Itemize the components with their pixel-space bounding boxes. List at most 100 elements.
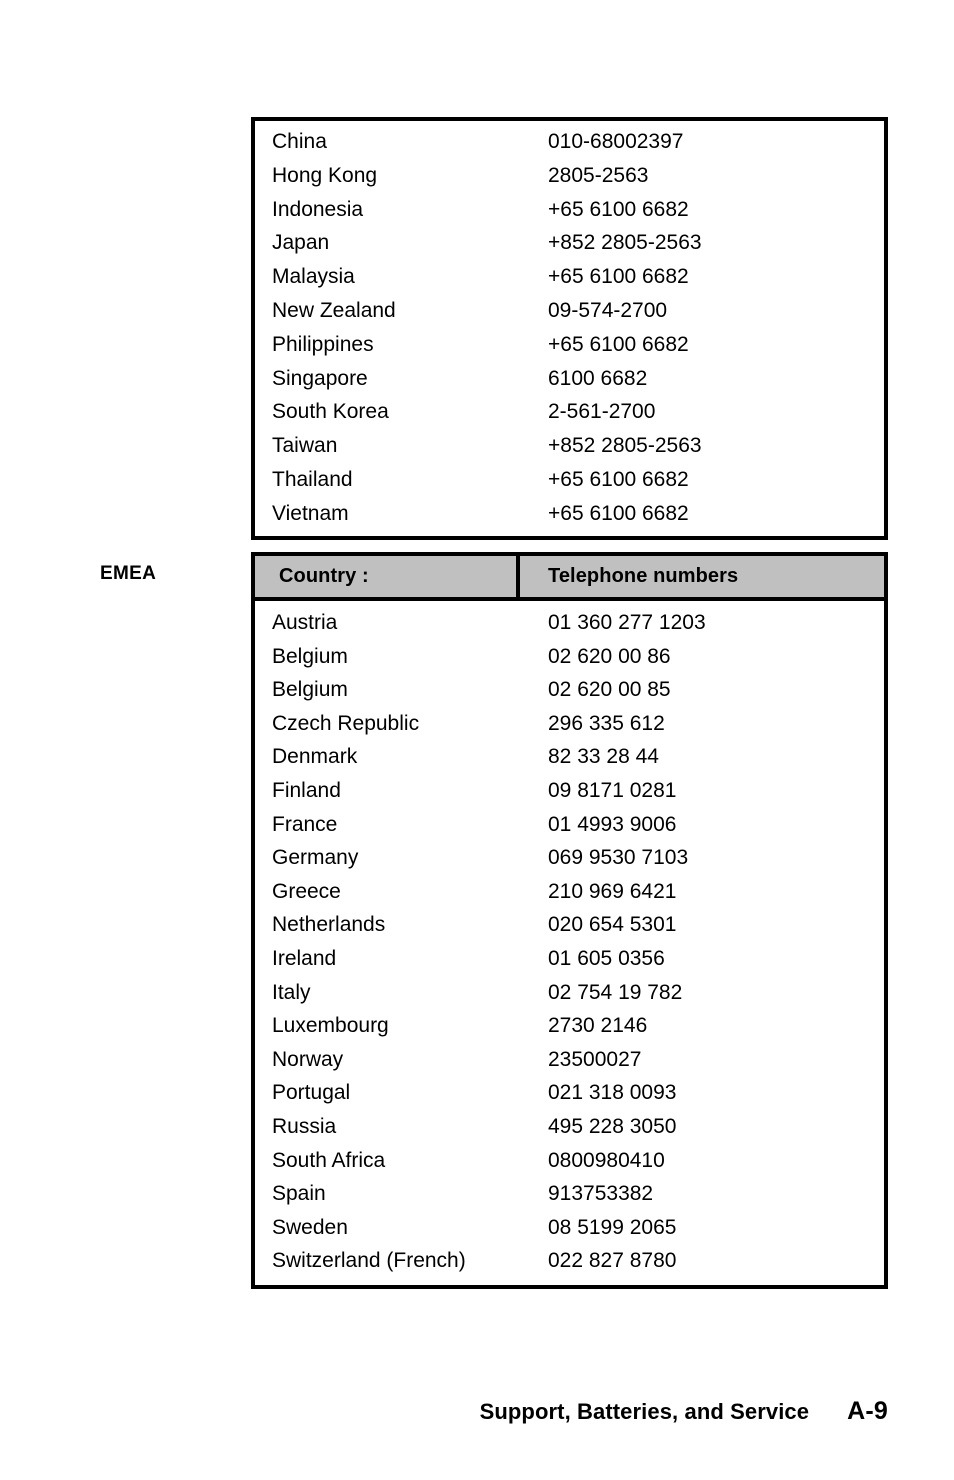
- table-row: Vietnam +65 6100 6682: [255, 497, 884, 531]
- cell-country: Thailand: [272, 467, 353, 491]
- footer-page-number: A-9: [847, 1397, 888, 1425]
- cell-country: China: [272, 130, 327, 153]
- table-row: New Zealand 09-574-2700: [255, 294, 884, 328]
- table-row: Denmark 82 33 28 44: [255, 740, 884, 774]
- region-label-emea: EMEA: [100, 563, 157, 584]
- table-body: China 010-68002397 Hong Kong 2805-2563 Indon…: [255, 121, 884, 536]
- cell-country: Philippines: [272, 332, 374, 356]
- table-row: Norway 23500027: [255, 1043, 884, 1077]
- cell-country: South Africa: [272, 1148, 386, 1172]
- cell-country: Hong Kong: [272, 163, 378, 187]
- cell-country: Austria: [272, 611, 338, 634]
- cell-country: Luxembourg: [272, 1014, 389, 1038]
- cell-telephone-number: 2-561-2700: [548, 400, 656, 424]
- cell-telephone-number: 022 827 8780: [548, 1249, 677, 1273]
- cell-country: Ireland: [272, 946, 337, 970]
- table-row: Belgium 02 620 00 85: [255, 673, 884, 707]
- cell-country: New Zealand: [272, 298, 396, 322]
- table-row: Italy 02 754 19 782: [255, 976, 884, 1010]
- cell-country: Belgium: [272, 678, 348, 702]
- cell-telephone-number: 82 33 28 44: [548, 745, 659, 769]
- table-body: Austria 01 360 277 1203 Belgium 02 620 00 8…: [255, 601, 884, 1285]
- cell-telephone-number: 010-68002397: [548, 130, 684, 153]
- cell-telephone-number: 2805-2563: [548, 163, 649, 187]
- table-row: Greece 210 969 6421: [255, 875, 884, 909]
- cell-country: Norway: [272, 1047, 344, 1071]
- table-row: Switzerland (French) 022 827 8780: [255, 1244, 884, 1278]
- table-row: Ireland 01 605 0356: [255, 942, 884, 976]
- cell-country: Japan: [272, 231, 330, 255]
- cell-telephone-number: 01 360 277 1203: [548, 611, 706, 634]
- table-row: Spain 913753382: [255, 1177, 884, 1211]
- table-row: Belgium 02 620 00 86: [255, 640, 884, 674]
- cell-telephone-number: 02 620 00 86: [548, 644, 671, 668]
- cell-telephone-number: 021 318 0093: [548, 1081, 677, 1105]
- cell-country: Finland: [272, 778, 341, 802]
- cell-country: Indonesia: [272, 197, 364, 221]
- table-row: Taiwan +852 2805-2563: [255, 429, 884, 463]
- column-header-country: Country :: [255, 556, 520, 597]
- cell-telephone-number: +65 6100 6682: [548, 197, 689, 221]
- table-row: Russia 495 228 3050: [255, 1110, 884, 1144]
- table-row: Germany 069 9530 7103: [255, 841, 884, 875]
- cell-country: France: [272, 812, 338, 836]
- cell-country: Denmark: [272, 745, 358, 769]
- table-row: South Korea 2-561-2700: [255, 395, 884, 429]
- cell-telephone-number: 495 228 3050: [548, 1114, 677, 1138]
- table-row: Thailand +65 6100 6682: [255, 463, 884, 497]
- cell-country: Russia: [272, 1114, 337, 1138]
- cell-telephone-number: 913753382: [548, 1182, 654, 1206]
- cell-telephone-number: 2730 2146: [548, 1014, 648, 1038]
- cell-telephone-number: +65 6100 6682: [548, 501, 689, 525]
- table-row: Malaysia +65 6100 6682: [255, 260, 884, 294]
- cell-telephone-number: 08 5199 2065: [548, 1215, 677, 1239]
- cell-telephone-number: 01 4993 9006: [548, 812, 677, 836]
- table-row: Hong Kong 2805-2563: [255, 159, 884, 193]
- document-page: China 010-68002397 Hong Kong 2805-2563 Indon…: [0, 0, 954, 1480]
- table-row: Czech Republic 296 335 612: [255, 707, 884, 741]
- table-row: Netherlands 020 654 5301: [255, 908, 884, 942]
- table-row: Japan +852 2805-2563: [255, 226, 884, 260]
- footer-section-title: Support, Batteries, and Service: [479, 1399, 810, 1424]
- table-row: Singapore 6100 6682: [255, 362, 884, 396]
- cell-telephone-number: 02 620 00 85: [548, 678, 671, 702]
- cell-telephone-number: 09 8171 0281: [548, 778, 677, 802]
- table-header-row: Country : Telephone numbers: [255, 556, 884, 601]
- cell-country: Spain: [272, 1182, 326, 1206]
- cell-telephone-number: 0800980410: [548, 1148, 665, 1172]
- cell-telephone-number: +852 2805-2563: [548, 434, 702, 458]
- cell-telephone-number: 210 969 6421: [548, 879, 677, 903]
- cell-telephone-number: 09-574-2700: [548, 298, 668, 322]
- table-row: Indonesia +65 6100 6682: [255, 193, 884, 227]
- table-row: France 01 4993 9006: [255, 808, 884, 842]
- cell-country: South Korea: [272, 400, 389, 424]
- cell-country: Switzerland (French): [272, 1249, 466, 1273]
- table-row: Portugal 021 318 0093: [255, 1076, 884, 1110]
- page-footer: Support, Batteries, and Service A-9: [0, 1397, 888, 1426]
- cell-telephone-number: +65 6100 6682: [548, 467, 689, 491]
- cell-country: Greece: [272, 879, 341, 903]
- cell-country: Germany: [272, 846, 359, 870]
- cell-country: Taiwan: [272, 434, 338, 458]
- cell-country: Malaysia: [272, 265, 355, 289]
- cell-telephone-number: 01 605 0356: [548, 946, 665, 970]
- support-phone-table-emea: Country : Telephone numbers Austria 01 36…: [251, 552, 888, 1289]
- cell-telephone-number: 02 754 19 782: [548, 980, 683, 1004]
- cell-telephone-number: 020 654 5301: [548, 913, 677, 937]
- column-header-telephone-numbers: Telephone numbers: [548, 565, 739, 587]
- cell-country: Vietnam: [272, 501, 349, 525]
- cell-telephone-number: +65 6100 6682: [548, 265, 689, 289]
- cell-telephone-number: 23500027: [548, 1047, 642, 1071]
- table-row: China 010-68002397: [255, 125, 884, 159]
- cell-country: Portugal: [272, 1081, 351, 1105]
- cell-telephone-number: 6100 6682: [548, 366, 648, 390]
- table-row: Luxembourg 2730 2146: [255, 1009, 884, 1043]
- cell-telephone-number: 296 335 612: [548, 711, 665, 735]
- table-row: Sweden 08 5199 2065: [255, 1211, 884, 1245]
- cell-country: Sweden: [272, 1215, 348, 1239]
- cell-telephone-number: +65 6100 6682: [548, 332, 689, 356]
- cell-telephone-number: 069 9530 7103: [548, 846, 689, 870]
- table-row: Philippines +65 6100 6682: [255, 328, 884, 362]
- cell-country: Singapore: [272, 366, 368, 390]
- table-row: South Africa 0800980410: [255, 1144, 884, 1178]
